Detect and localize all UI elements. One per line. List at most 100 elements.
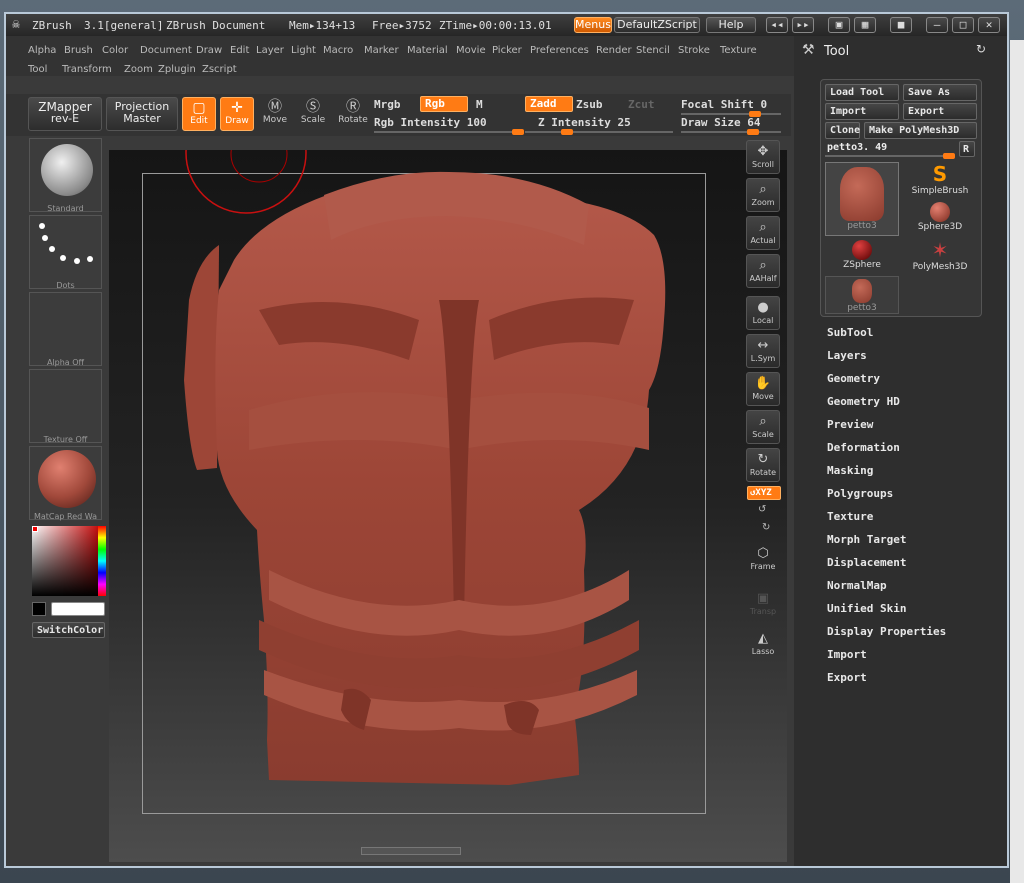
make-polymesh3d-button[interactable]: Make PolyMesh3D <box>864 122 977 139</box>
subpalette-masking[interactable]: Masking <box>827 464 873 477</box>
zmapper-button[interactable]: ZMapper rev-E <box>28 97 102 131</box>
subpalette-import[interactable]: Import <box>827 648 867 661</box>
color-picker[interactable] <box>32 526 102 596</box>
menu-light[interactable]: Light <box>291 45 316 56</box>
rotate-view-button[interactable]: ↻ Rotate <box>746 448 780 482</box>
menu-brush[interactable]: Brush <box>64 45 93 56</box>
subpalette-layers[interactable]: Layers <box>827 349 867 362</box>
material-thumbnail[interactable]: MatCap Red Wa <box>29 446 102 521</box>
subpalette-deformation[interactable]: Deformation <box>827 441 900 454</box>
menu-zscript[interactable]: Zscript <box>202 64 237 75</box>
secondary-color-swatch[interactable] <box>32 602 46 616</box>
menu-texture[interactable]: Texture <box>720 45 757 56</box>
projection-master-button[interactable]: Projection Master <box>106 97 178 131</box>
subpalette-subtool[interactable]: SubTool <box>827 326 873 339</box>
scale-view-button[interactable]: ⌕ Scale <box>746 410 780 444</box>
subpalette-display-properties[interactable]: Display Properties <box>827 625 946 638</box>
move-view-button[interactable]: ✋ Move <box>746 372 780 406</box>
import-button[interactable]: Import <box>825 103 899 120</box>
lasso-button[interactable]: ◭ Lasso <box>746 628 780 662</box>
menu-render[interactable]: Render <box>596 45 632 56</box>
load-tool-button[interactable]: Load Tool <box>825 84 899 101</box>
frame-button[interactable]: ⬡ Frame <box>746 543 780 577</box>
zoom-button[interactable]: ⌕ Zoom <box>746 178 780 212</box>
menu-preferences[interactable]: Preferences <box>530 45 589 56</box>
transp-button[interactable]: ▣ Transp <box>746 588 780 622</box>
layout2-icon[interactable]: ▦ <box>854 17 876 33</box>
hue-strip[interactable] <box>98 526 106 596</box>
tool-item-polymesh3d[interactable]: ✶ PolyMesh3D <box>903 238 977 274</box>
export-button[interactable]: Export <box>903 103 977 120</box>
close-icon[interactable]: ✕ <box>978 17 1000 33</box>
subpalette-geometry[interactable]: Geometry <box>827 372 880 385</box>
menu-alpha[interactable]: Alpha <box>28 45 56 56</box>
tool-item-sphere3d[interactable]: Sphere3D <box>903 200 977 236</box>
save-as-button[interactable]: Save As <box>903 84 977 101</box>
help-button[interactable]: Help <box>706 17 756 33</box>
z-intensity-slider[interactable] <box>525 129 673 135</box>
tool-slider-handle[interactable] <box>943 153 955 159</box>
subpalette-polygroups[interactable]: Polygroups <box>827 487 893 500</box>
switch-color-button[interactable]: SwitchColor <box>32 622 105 638</box>
edit-mode-button[interactable]: ▢ Edit <box>182 97 216 131</box>
zcut-button[interactable]: Zcut <box>628 98 655 111</box>
menu-movie[interactable]: Movie <box>456 45 486 56</box>
menu-material[interactable]: Material <box>407 45 448 56</box>
menu-zoom[interactable]: Zoom <box>124 64 153 75</box>
move-mode-button[interactable]: Ⓜ Move <box>258 97 292 131</box>
texture-thumbnail[interactable]: Texture Off <box>29 369 102 444</box>
clone-button[interactable]: Clone <box>825 122 860 139</box>
tray-left-icon[interactable]: ◂◂ <box>766 17 788 33</box>
subpalette-morph-target[interactable]: Morph Target <box>827 533 906 546</box>
sculpt-model[interactable] <box>109 150 787 862</box>
document-canvas[interactable] <box>109 150 787 862</box>
default-zscript-button[interactable]: DefaultZScript <box>614 17 700 33</box>
menu-edit[interactable]: Edit <box>230 45 249 56</box>
menu-document[interactable]: Document <box>140 45 192 56</box>
zsub-button[interactable]: Zsub <box>576 98 603 111</box>
rotate-mode-button[interactable]: Ⓡ Rotate <box>336 97 370 131</box>
subpalette-geometry-hd[interactable]: Geometry HD <box>827 395 900 408</box>
menu-color[interactable]: Color <box>102 45 128 56</box>
zadd-button[interactable]: Zadd <box>525 96 573 112</box>
menu-stencil[interactable]: Stencil <box>636 45 670 56</box>
alpha-thumbnail[interactable]: Alpha Off <box>29 292 102 367</box>
mrgb-button[interactable]: Mrgb <box>374 98 401 111</box>
subpalette-texture[interactable]: Texture <box>827 510 873 523</box>
menu-picker[interactable]: Picker <box>492 45 522 56</box>
rgb-intensity-handle[interactable] <box>512 129 524 135</box>
primary-color-swatch[interactable] <box>51 602 105 616</box>
rgb-intensity-slider[interactable] <box>374 129 524 135</box>
menu-transform[interactable]: Transform <box>62 64 112 75</box>
lock-icon[interactable]: ■ <box>890 17 912 33</box>
tool-item-petto3[interactable]: petto3 <box>825 162 899 236</box>
subpalette-preview[interactable]: Preview <box>827 418 873 431</box>
r-button[interactable]: R <box>959 141 975 157</box>
menu-marker[interactable]: Marker <box>364 45 399 56</box>
draw-mode-button[interactable]: ✛ Draw <box>220 97 254 131</box>
restore-icon[interactable]: □ <box>952 17 974 33</box>
menu-draw[interactable]: Draw <box>196 45 222 56</box>
rgb-button[interactable]: Rgb <box>420 96 468 112</box>
tray-right-icon[interactable]: ▸▸ <box>792 17 814 33</box>
menus-button[interactable]: Menus <box>574 17 612 33</box>
tool-palette-title[interactable]: Tool <box>824 44 849 59</box>
brush-thumbnail[interactable]: Standard <box>29 138 102 213</box>
subpalette-export[interactable]: Export <box>827 671 867 684</box>
menu-tool[interactable]: Tool <box>28 64 47 75</box>
focal-shift-slider[interactable] <box>681 111 781 117</box>
tool-item-petto3-recent[interactable]: petto3 <box>825 276 899 314</box>
menu-stroke[interactable]: Stroke <box>678 45 710 56</box>
xyz-button[interactable]: ↺XYZ <box>747 486 781 500</box>
menu-macro[interactable]: Macro <box>323 45 353 56</box>
tool-item-zsphere[interactable]: ZSphere <box>825 238 899 274</box>
menu-layer[interactable]: Layer <box>256 45 284 56</box>
aahalf-button[interactable]: ⌕ AAHalf <box>746 254 780 288</box>
menu-zplugin[interactable]: Zplugin <box>158 64 196 75</box>
palette-refresh-icon[interactable]: ↻ <box>976 42 986 56</box>
scroll-button[interactable]: ✥ Scroll <box>746 140 780 174</box>
tool-slider[interactable] <box>825 153 955 159</box>
actual-button[interactable]: ⌕ Actual <box>746 216 780 250</box>
local-button[interactable]: ● Local <box>746 296 780 330</box>
canvas-scroll-handle[interactable] <box>361 847 461 855</box>
